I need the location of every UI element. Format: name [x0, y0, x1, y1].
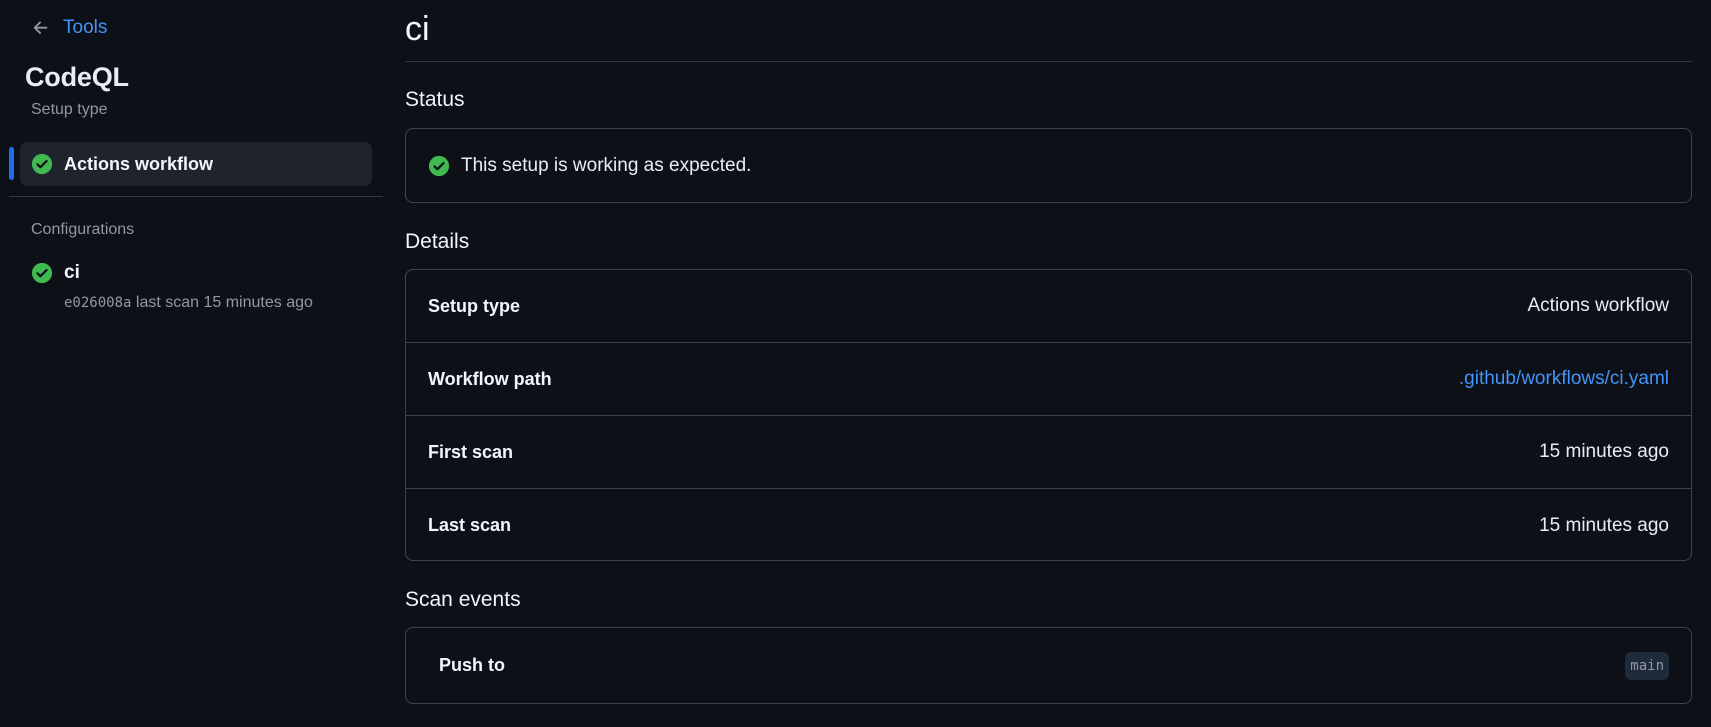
detail-value: 15 minutes ago	[1539, 514, 1669, 536]
check-circle-fill-icon	[31, 153, 53, 175]
configuration-item-ci[interactable]: ci e026008a last scan 15 minutes ago	[31, 262, 371, 312]
commit-sha: e026008a	[64, 295, 132, 311]
detail-value: Actions workflow	[1527, 295, 1670, 316]
configuration-name: ci	[64, 262, 80, 283]
back-to-tools-link[interactable]: Tools	[31, 17, 107, 39]
scan-events-heading: Scan events	[405, 588, 521, 611]
detail-row-first-scan: First scan 15 minutes ago	[406, 416, 1691, 489]
scan-event-label: Push to	[439, 655, 505, 675]
check-circle-fill-icon	[31, 262, 53, 284]
setup-item-label: Actions workflow	[64, 153, 214, 174]
active-item-indicator	[9, 147, 14, 180]
last-scan-text: last scan 15 minutes ago	[135, 294, 313, 311]
details-box: Setup type Actions workflow Workflow pat…	[405, 269, 1692, 561]
detail-key: Workflow path	[428, 368, 552, 389]
status-box: This setup is working as expected.	[405, 128, 1692, 203]
setup-type-label: Setup type	[31, 101, 108, 118]
detail-row-workflow-path: Workflow path .github/workflows/ci.yaml	[406, 343, 1691, 416]
check-circle-fill-icon	[428, 155, 450, 176]
configurations-label: Configurations	[31, 221, 135, 238]
sidebar: Tools CodeQL Setup type Actions workflow…	[0, 0, 383, 727]
tool-title: CodeQL	[25, 62, 129, 92]
back-link-label[interactable]: Tools	[63, 17, 107, 39]
detail-value: 15 minutes ago	[1539, 441, 1669, 462]
detail-row-setup-type: Setup type Actions workflow	[406, 270, 1691, 343]
detail-row-last-scan: Last scan 15 minutes ago	[406, 489, 1691, 562]
configuration-meta: e026008a last scan 15 minutes ago	[64, 294, 371, 312]
workflow-path-link[interactable]: .github/workflows/ci.yaml	[1459, 368, 1669, 390]
branch-badge: main	[1625, 651, 1669, 680]
scan-event-item: Push to main	[405, 627, 1692, 704]
details-heading: Details	[405, 230, 470, 253]
title-divider	[405, 61, 1692, 62]
detail-key: Last scan	[428, 515, 512, 535]
page-title: ci	[405, 10, 430, 48]
status-message: This setup is working as expected.	[461, 154, 752, 176]
setup-type-item-actions-workflow[interactable]: Actions workflow	[20, 142, 372, 186]
arrow-left-icon	[33, 21, 48, 34]
detail-key: Setup type	[428, 295, 521, 316]
sidebar-divider	[9, 196, 383, 197]
detail-key: First scan	[428, 441, 514, 462]
status-heading: Status	[405, 88, 465, 111]
